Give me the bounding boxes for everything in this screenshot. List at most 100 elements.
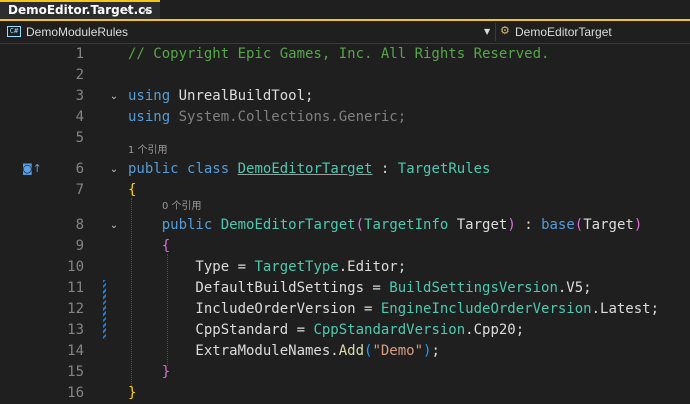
class-icon: ⚙ — [500, 24, 510, 37]
line-number: 3 — [75, 88, 84, 104]
line-number: 9 — [75, 238, 84, 254]
code-token: .V5; — [557, 280, 592, 296]
csharp-project-icon: C# — [7, 26, 21, 37]
code-token: CppStandard = — [128, 322, 314, 338]
code-token: class — [187, 161, 230, 177]
code-token: "Demo" — [372, 343, 424, 359]
code-token: ) — [507, 217, 516, 233]
code-text[interactable]: DefaultBuildSettings = BuildSettingsVers… — [128, 278, 592, 299]
code-token: TargetRules — [397, 161, 491, 177]
code-line: 4 using System.Collections.Generic; — [0, 107, 690, 128]
code-line: 8 ⌄ public DemoEditorTarget(TargetInfo Ta… — [0, 215, 690, 236]
code-token: CppStandardVersion — [313, 322, 466, 338]
code-token: : — [372, 161, 398, 177]
navigation-bar: C# DemoModuleRules ▼ ⚙ DemoEditorTarget — [0, 21, 690, 44]
line-number: 14 — [67, 343, 84, 359]
line-number: 7 — [75, 182, 84, 198]
line-number: 16 — [67, 385, 84, 401]
code-line: 15 } — [0, 362, 690, 383]
chevron-down-icon[interactable]: ▼ — [484, 26, 490, 38]
code-token: Target — [448, 217, 508, 233]
code-token: { — [128, 182, 137, 198]
code-text[interactable]: Type = TargetType.Editor; — [128, 257, 406, 278]
line-number: 15 — [67, 364, 84, 380]
code-text[interactable]: } — [128, 383, 136, 404]
code-token: TargetInfo — [364, 217, 449, 233]
code-token: IncludeOrderVersion = — [128, 301, 381, 317]
tab-demoeditor-target[interactable]: DemoEditor.Target.cs ⊸ ✕ — [0, 0, 160, 20]
code-token: .Editor; — [338, 259, 407, 275]
type-dropdown-label[interactable]: DemoEditorTarget — [515, 23, 612, 41]
code-token: TargetType — [254, 259, 339, 275]
fold-chevron-icon[interactable]: ⌄ — [108, 159, 120, 180]
code-token: ( — [574, 217, 584, 233]
code-token: base — [541, 217, 575, 233]
project-dropdown-label: DemoModuleRules — [26, 25, 129, 39]
code-line: 3 ⌄ using UnrealBuildTool; — [0, 86, 690, 107]
code-line: 2 — [0, 65, 690, 86]
code-line: 12 IncludeOrderVersion = EngineIncludeOr… — [0, 299, 690, 320]
code-line: 11 DefaultBuildSettings = BuildSettingsV… — [0, 278, 690, 299]
line-number: 13 — [67, 322, 84, 338]
code-text[interactable]: // Copyright Epic Games, Inc. All Rights… — [128, 44, 549, 65]
code-line: 1 // Copyright Epic Games, Inc. All Right… — [0, 44, 690, 65]
pin-icon[interactable]: ⊸ — [122, 3, 131, 18]
line-number: 2 — [75, 67, 84, 83]
line-number: 5 — [75, 130, 84, 146]
code-token: System.Collections.Generic; — [170, 109, 407, 125]
code-text[interactable]: CppStandard = CppStandardVersion.Cpp20; — [128, 320, 524, 341]
code-token: .Cpp20; — [465, 322, 525, 338]
code-token: Target — [583, 217, 634, 233]
code-token: ; — [431, 343, 440, 359]
code-text[interactable]: ExtraModuleNames.Add("Demo"); — [128, 341, 440, 362]
fold-chevron-icon[interactable]: ⌄ — [108, 215, 120, 236]
close-icon[interactable]: ✕ — [141, 3, 150, 18]
code-token: DefaultBuildSettings = — [128, 280, 390, 296]
code-text[interactable]: public class DemoEditorTarget : TargetRu… — [128, 159, 490, 180]
line-number: 6 — [75, 161, 84, 177]
line-number: 8 — [75, 217, 84, 233]
project-dropdown[interactable]: C# DemoModuleRules ▼ — [4, 23, 494, 41]
code-token: using — [128, 109, 171, 125]
code-line: 16} — [0, 383, 690, 404]
code-text[interactable]: IncludeOrderVersion = EngineIncludeOrder… — [128, 299, 659, 320]
codelens-references[interactable]: 0 个引用 — [162, 200, 202, 214]
code-token: public — [128, 161, 179, 177]
code-token: // Copyright Epic Games, Inc. All Rights… — [128, 46, 550, 62]
code-token: using — [128, 88, 171, 104]
line-number: 11 — [67, 280, 84, 296]
code-token: UnrealBuildTool; — [170, 88, 314, 104]
code-line: 10 Type = TargetType.Editor; — [0, 257, 690, 278]
code-token: } — [161, 364, 171, 380]
fold-chevron-icon[interactable]: ⌄ — [108, 86, 120, 107]
line-number: 12 — [67, 301, 84, 317]
code-text[interactable]: { — [128, 180, 136, 201]
code-token: Add — [338, 343, 365, 359]
line-number: 1 — [75, 46, 84, 62]
code-token: public — [161, 217, 213, 233]
code-text[interactable]: public DemoEditorTarget(TargetInfo Targe… — [128, 215, 643, 236]
code-text[interactable]: } — [128, 362, 170, 383]
code-line: 7{ — [0, 180, 690, 201]
code-line: 5 — [0, 128, 690, 149]
code-token: .Latest; — [591, 301, 660, 317]
code-editor[interactable]: ◙↑ 1 个引用 0 个引用 1// Copyright Epic Games, In… — [0, 44, 690, 402]
tab-bar: DemoEditor.Target.cs ⊸ ✕ — [0, 0, 690, 21]
code-token: EngineIncludeOrderVersion — [380, 301, 592, 317]
code-token: DemoEditorTarget — [220, 217, 356, 233]
code-token: } — [128, 385, 137, 401]
code-token: { — [161, 238, 171, 254]
code-text[interactable]: using UnrealBuildTool; — [128, 86, 313, 107]
code-text[interactable]: { — [128, 236, 170, 257]
code-line: 9 { — [0, 236, 690, 257]
code-text[interactable]: using System.Collections.Generic; — [128, 107, 406, 128]
code-token: ( — [355, 217, 365, 233]
code-line: 6 ⌄ public class DemoEditorTarget : Target… — [0, 159, 690, 180]
code-token: DemoEditorTarget — [237, 161, 373, 177]
